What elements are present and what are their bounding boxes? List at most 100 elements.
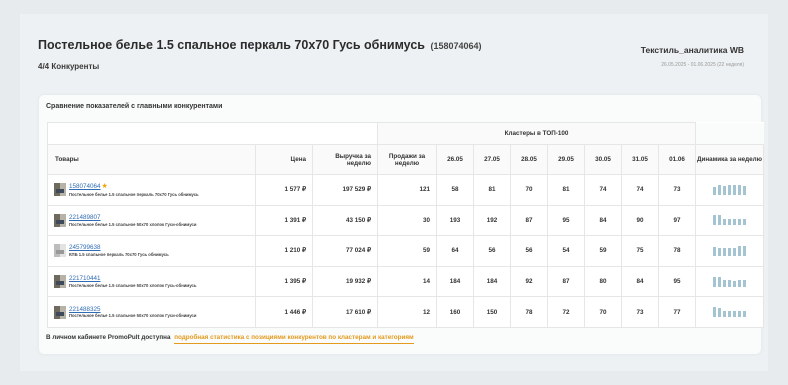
footer-note: В личном кабинете PromoPult доступна под… xyxy=(46,334,414,344)
cluster-cell: 74 xyxy=(584,174,623,206)
product-id-link[interactable]: 221488325 xyxy=(69,306,101,313)
cluster-cell: 160 xyxy=(436,296,475,328)
spark-bar xyxy=(723,219,727,226)
spark-bar xyxy=(713,247,717,256)
col-products: Товары xyxy=(47,144,256,175)
footer-link[interactable]: подробная статистика с позициями конкуре… xyxy=(174,334,414,344)
spark-bar xyxy=(743,185,747,195)
product-title: Постельное белье 1.5 спальное перкаль 70… xyxy=(38,38,425,52)
table-row: 221488325 Постельное белье 1.5 спальное … xyxy=(47,296,765,328)
product-thumbnail[interactable] xyxy=(54,213,66,227)
spark-bar xyxy=(733,280,737,287)
cluster-cell: 58 xyxy=(436,174,475,206)
product-id-link[interactable]: 158074064 xyxy=(69,183,101,190)
cluster-cell: 90 xyxy=(621,204,660,237)
cluster-cell: 74 xyxy=(621,174,660,206)
spark-bar xyxy=(723,310,727,318)
table-row: 245799638 КПБ 1.5 спальное перкаль 70x70… xyxy=(47,235,765,267)
dynamics-cell xyxy=(695,296,765,328)
table-row: 158074064★ Постельное белье 1.5 спальное… xyxy=(47,174,765,206)
cluster-cell: 54 xyxy=(547,235,586,267)
sales-cell: 12 xyxy=(377,296,438,328)
cluster-cell: 81 xyxy=(547,174,586,206)
cluster-cell: 56 xyxy=(473,235,512,267)
clusters-group-header: Кластеры в ТОП-100 xyxy=(377,122,697,145)
cluster-cell: 80 xyxy=(584,265,623,298)
product-name: Постельное белье 1.5 спальное 50x70 хлоп… xyxy=(69,221,197,227)
product-cell: 221488325 Постельное белье 1.5 спальное … xyxy=(47,296,256,328)
product-thumbnail[interactable] xyxy=(54,183,66,197)
cluster-cell: 78 xyxy=(658,235,697,267)
spark-bar xyxy=(728,311,732,318)
cluster-cell: 70 xyxy=(510,174,549,206)
sparkline xyxy=(696,307,763,318)
spark-bar xyxy=(733,247,737,256)
dynamics-cell xyxy=(695,174,765,206)
cluster-cell: 193 xyxy=(436,204,475,237)
revenue-cell: 197 529 ₽ xyxy=(311,174,379,206)
cluster-cell: 81 xyxy=(473,174,512,206)
sparkline xyxy=(696,276,763,287)
table-body: 158074064★ Постельное белье 1.5 спальное… xyxy=(47,174,765,328)
col-revenue: Выручка за неделю xyxy=(311,144,379,175)
cluster-cell: 73 xyxy=(621,296,660,328)
dynamics-cell xyxy=(695,265,765,298)
revenue-cell: 77 024 ₽ xyxy=(311,235,379,267)
spark-bar xyxy=(723,247,727,256)
spark-bar xyxy=(738,246,742,256)
product-thumbnail[interactable] xyxy=(54,275,66,289)
competitors-count: 4/4 Конкуренты xyxy=(38,62,100,71)
spark-bar xyxy=(728,280,732,287)
cluster-cell: 75 xyxy=(621,235,660,267)
brand-name: Текстиль_аналитика WB xyxy=(640,45,744,55)
cluster-cell: 192 xyxy=(473,204,512,237)
cluster-cell: 97 xyxy=(658,204,697,237)
spark-bar xyxy=(738,310,742,318)
product-name: Постельное белье 1.5 спальное 50x70 хлоп… xyxy=(69,282,197,288)
product-id-link[interactable]: 245799638 xyxy=(69,244,101,251)
cluster-cell: 87 xyxy=(510,204,549,237)
col-price: Цена xyxy=(255,144,313,175)
report-page: Постельное белье 1.5 спальное перкаль 70… xyxy=(20,14,768,371)
spark-bar xyxy=(743,245,747,256)
spark-bar xyxy=(713,307,717,318)
page-title: Постельное белье 1.5 спальное перкаль 70… xyxy=(38,38,482,52)
cluster-cell: 72 xyxy=(547,296,586,328)
header-spacer-right xyxy=(695,122,764,145)
spark-bar xyxy=(723,185,727,195)
revenue-cell: 17 610 ₽ xyxy=(311,296,379,328)
product-thumbnail[interactable] xyxy=(54,244,66,258)
header-spacer xyxy=(46,122,379,145)
cluster-cell: 56 xyxy=(510,235,549,267)
sparkline xyxy=(696,184,763,195)
col-day: 26.05 xyxy=(436,144,475,175)
spark-bar xyxy=(733,185,737,195)
dynamics-cell xyxy=(695,204,765,237)
spark-bar xyxy=(728,248,732,256)
sparkline xyxy=(696,215,763,226)
footer-text: В личном кабинете PromoPult доступна xyxy=(46,334,171,341)
cluster-cell: 95 xyxy=(547,204,586,237)
spark-bar xyxy=(713,215,717,226)
price-cell: 1 577 ₽ xyxy=(255,174,313,206)
col-day: 01.06 xyxy=(658,144,697,175)
product-name: КПБ 1.5 спальное перкаль 70x70 Гусь обни… xyxy=(69,252,169,258)
spark-bar xyxy=(718,215,722,226)
product-cell: 158074064★ Постельное белье 1.5 спальное… xyxy=(47,174,256,206)
revenue-cell: 43 150 ₽ xyxy=(311,204,379,237)
price-cell: 1 210 ₽ xyxy=(255,235,313,267)
spark-bar xyxy=(713,276,717,287)
cluster-cell: 84 xyxy=(584,204,623,237)
product-thumbnail[interactable] xyxy=(54,305,66,319)
product-id-link[interactable]: 221489807 xyxy=(69,214,101,221)
cluster-cell: 150 xyxy=(473,296,512,328)
price-cell: 1 446 ₽ xyxy=(255,296,313,328)
product-cell: 221710441 Постельное белье 1.5 спальное … xyxy=(47,265,256,298)
star-icon: ★ xyxy=(101,182,108,190)
dynamics-cell xyxy=(695,235,765,267)
comparison-table: Кластеры в ТОП-100 Товары Цена Выручка з… xyxy=(46,122,765,328)
cluster-cell: 184 xyxy=(436,265,475,298)
product-id-link[interactable]: 221710441 xyxy=(69,275,101,282)
cluster-cell: 92 xyxy=(510,265,549,298)
col-day: 27.05 xyxy=(473,144,512,175)
